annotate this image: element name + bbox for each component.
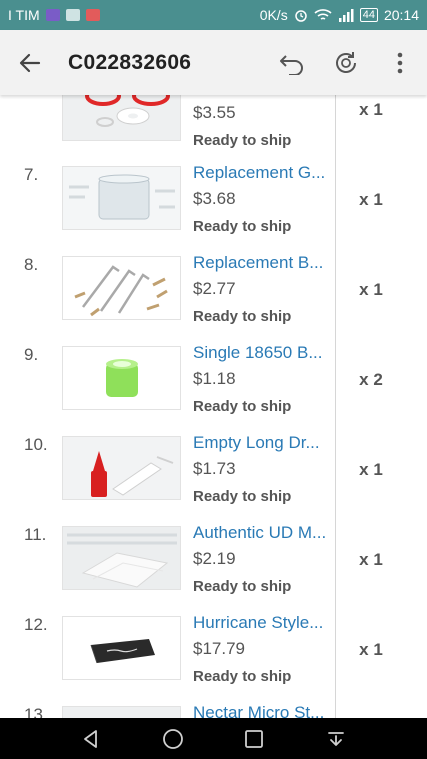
order-item-list[interactable]: $3.55 Ready to ship x 1 7. Replacement G… <box>0 95 427 718</box>
divider <box>335 95 336 154</box>
divider <box>335 604 336 694</box>
item-price: $2.77 <box>193 279 236 298</box>
nav-home-button[interactable] <box>158 724 188 754</box>
item-thumbnail[interactable] <box>62 166 181 230</box>
net-speed: 0K/s <box>259 7 288 23</box>
image-notification-icon <box>65 9 80 21</box>
glass-tube-image <box>63 167 180 229</box>
more-vert-icon <box>397 52 403 73</box>
nav-recents-button[interactable] <box>239 724 269 754</box>
divider <box>335 154 336 244</box>
refresh-button[interactable] <box>319 30 373 95</box>
item-qty: x 2 <box>359 370 383 389</box>
divider <box>335 424 336 514</box>
page-title: C022832606 <box>68 50 192 74</box>
item-thumbnail[interactable] <box>62 616 181 680</box>
item-status: Ready to ship <box>193 488 292 505</box>
item-qty: x 1 <box>359 280 383 299</box>
list-item[interactable]: 11. Authentic UD M... $2.19 Ready to shi… <box>0 514 427 604</box>
app-notification-icon-2 <box>85 9 100 21</box>
item-thumbnail[interactable] <box>62 436 181 500</box>
nav-back-icon <box>83 729 97 748</box>
list-item[interactable]: 12. Hurricane Style... $17.79 Ready to s… <box>0 604 427 694</box>
divider <box>335 694 336 718</box>
undo-icon <box>280 54 303 75</box>
item-price: $1.73 <box>193 459 236 478</box>
item-thumbnail[interactable] <box>62 346 181 410</box>
item-status: Ready to ship <box>193 578 292 595</box>
cotton-pads-image <box>63 527 180 589</box>
item-number: 8. <box>24 255 39 274</box>
refresh-icon <box>336 51 356 73</box>
nav-notifications-button[interactable] <box>321 724 351 754</box>
app-notification-icon <box>45 9 60 21</box>
item-name-link[interactable]: Single 18650 B... <box>193 343 328 363</box>
item-status: Ready to ship <box>193 398 292 415</box>
item-name-link[interactable]: Authentic UD M... <box>193 523 328 543</box>
signal-icon <box>338 9 354 22</box>
nav-pull-down-icon <box>328 731 345 746</box>
list-item[interactable]: 8. Replacement B... $2.77 Ready to ship … <box>0 244 427 334</box>
hex-keys-image <box>63 257 180 319</box>
battery-icon: 44 <box>359 8 378 22</box>
app-bar: C022832606 <box>0 30 427 95</box>
item-number: 10. <box>24 435 48 454</box>
list-item[interactable]: 7. Replacement G... $3.68 Ready to ship … <box>0 154 427 244</box>
item-status: Ready to ship <box>193 308 292 325</box>
nav-home-icon <box>162 728 183 749</box>
clock: 20:14 <box>383 7 419 23</box>
more-options-button[interactable] <box>373 30 427 95</box>
system-nav-bar <box>0 718 427 759</box>
divider <box>335 244 336 334</box>
item-number: 13. <box>24 705 48 718</box>
item-qty: x 1 <box>359 640 383 659</box>
list-item[interactable]: 9. Single 18650 B... $1.18 Ready to ship… <box>0 334 427 424</box>
item-name-link[interactable]: Nectar Micro St... <box>193 703 328 718</box>
item-status: Ready to ship <box>193 132 292 149</box>
battery-sleeve-image <box>63 347 180 409</box>
item-number: 9. <box>24 345 39 364</box>
item-qty: x 1 <box>359 190 383 209</box>
item-price: $3.55 <box>193 103 236 122</box>
dropper-bottle-image <box>63 437 180 499</box>
item-qty: x 1 <box>359 550 383 569</box>
item-qty: x 1 <box>359 460 383 479</box>
arrow-left-icon <box>19 53 41 72</box>
item-status: Ready to ship <box>193 668 292 685</box>
list-item[interactable]: 10. Empty Long Dr... $1.73 Ready to ship… <box>0 424 427 514</box>
orings-image <box>85 95 170 127</box>
nav-back-button[interactable] <box>76 724 106 754</box>
item-thumbnail[interactable] <box>62 95 181 141</box>
alarm-icon <box>294 10 307 22</box>
divider <box>335 334 336 424</box>
item-price: $3.68 <box>193 189 236 208</box>
wifi-icon <box>314 9 332 20</box>
item-name-link[interactable]: Replacement G... <box>193 163 328 183</box>
status-bar: I TIM 0K/s 44 20:14 <box>0 0 427 30</box>
nav-recents-icon <box>245 729 264 748</box>
item-name-link[interactable]: Replacement B... <box>193 253 328 273</box>
item-name-link[interactable]: Empty Long Dr... <box>193 433 328 453</box>
item-number: 11. <box>24 525 47 544</box>
item-name-link[interactable]: Hurricane Style... <box>193 613 328 633</box>
item-price: $1.18 <box>193 369 236 388</box>
item-thumbnail[interactable] <box>62 256 181 320</box>
item-qty: x 1 <box>359 100 383 119</box>
item-status: Ready to ship <box>193 218 292 235</box>
item-number: 7. <box>24 165 39 184</box>
item-thumbnail[interactable] <box>62 526 181 590</box>
carrier-label: I TIM <box>8 7 40 23</box>
item-number: 12. <box>24 615 48 634</box>
list-item[interactable]: $3.55 Ready to ship x 1 <box>0 95 427 154</box>
atomizer-box-image <box>63 617 180 679</box>
item-price: $2.19 <box>193 549 236 568</box>
item-price: $17.79 <box>193 639 245 658</box>
undo-button[interactable] <box>265 30 319 95</box>
divider <box>335 514 336 604</box>
back-button[interactable] <box>0 30 60 95</box>
item-thumbnail[interactable] <box>62 706 181 718</box>
list-item[interactable]: 13. Nectar Micro St... <box>0 694 427 718</box>
